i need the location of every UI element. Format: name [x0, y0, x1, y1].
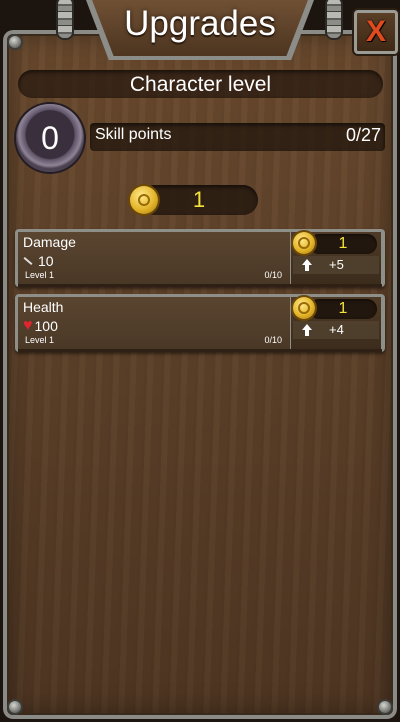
upgrade-buy-button-health[interactable]: 1 +4 — [291, 297, 381, 349]
corner-bolt-icon — [9, 36, 21, 48]
character-level-value: 0 — [41, 120, 59, 156]
coin-icon — [293, 297, 315, 319]
corner-bolt-icon — [379, 701, 391, 713]
sword-icon — [23, 257, 33, 265]
upgrade-progress: 0/10 — [264, 335, 282, 345]
upgrade-gain-value: +4 — [329, 322, 344, 337]
upgrade-gain: +5 — [293, 256, 379, 274]
chain-icon — [327, 0, 341, 38]
upgrade-progress: 0/10 — [264, 270, 282, 280]
upgrade-info: Health ♥ 100 Level 1 0/10 — [18, 297, 290, 349]
upgrade-gain: +4 — [293, 321, 379, 339]
upgrade-card-damage: Damage 10 Level 1 0/10 1 +5 — [15, 229, 385, 287]
upgrade-stat: 10 — [23, 253, 54, 269]
page-title: Upgrades — [124, 4, 276, 43]
upgrade-name: Damage — [23, 234, 76, 250]
heart-icon: ♥ — [23, 317, 33, 334]
upgrade-name: Health — [23, 299, 64, 315]
upgrade-progress-track — [18, 349, 382, 352]
upgrade-level: Level 1 — [25, 335, 55, 345]
upgrade-stat-value: 100 — [34, 318, 58, 334]
arrow-up-icon — [302, 259, 312, 271]
close-button[interactable]: X — [354, 10, 398, 54]
upgrade-gain-value: +5 — [329, 257, 344, 272]
upgrade-progress-track — [18, 284, 382, 287]
chain-icon — [58, 0, 72, 38]
skill-points-bar: Skill points 0/27 — [90, 123, 385, 151]
upgrade-level: Level 1 — [25, 270, 55, 280]
upgrade-card-health: Health ♥ 100 Level 1 0/10 1 +4 — [15, 294, 385, 352]
level-orb: 0 — [16, 104, 84, 172]
close-icon: X — [365, 15, 386, 48]
character-level-header: Character level — [18, 70, 383, 98]
arrow-up-icon — [302, 324, 312, 336]
upgrade-info: Damage 10 Level 1 0/10 — [18, 232, 290, 284]
upgrade-stat: ♥ 100 — [23, 317, 58, 335]
upgrade-cost: 1 — [309, 234, 377, 254]
skill-points-count: 0/27 — [345, 125, 381, 145]
upgrade-buy-button-damage[interactable]: 1 +5 — [291, 232, 381, 284]
coin-icon — [293, 232, 315, 254]
coin-icon — [130, 186, 158, 214]
upgrade-cost: 1 — [309, 299, 377, 319]
upgrade-stat-value: 10 — [38, 253, 54, 269]
skill-points-label: Skill points — [95, 126, 172, 143]
corner-bolt-icon — [9, 701, 21, 713]
